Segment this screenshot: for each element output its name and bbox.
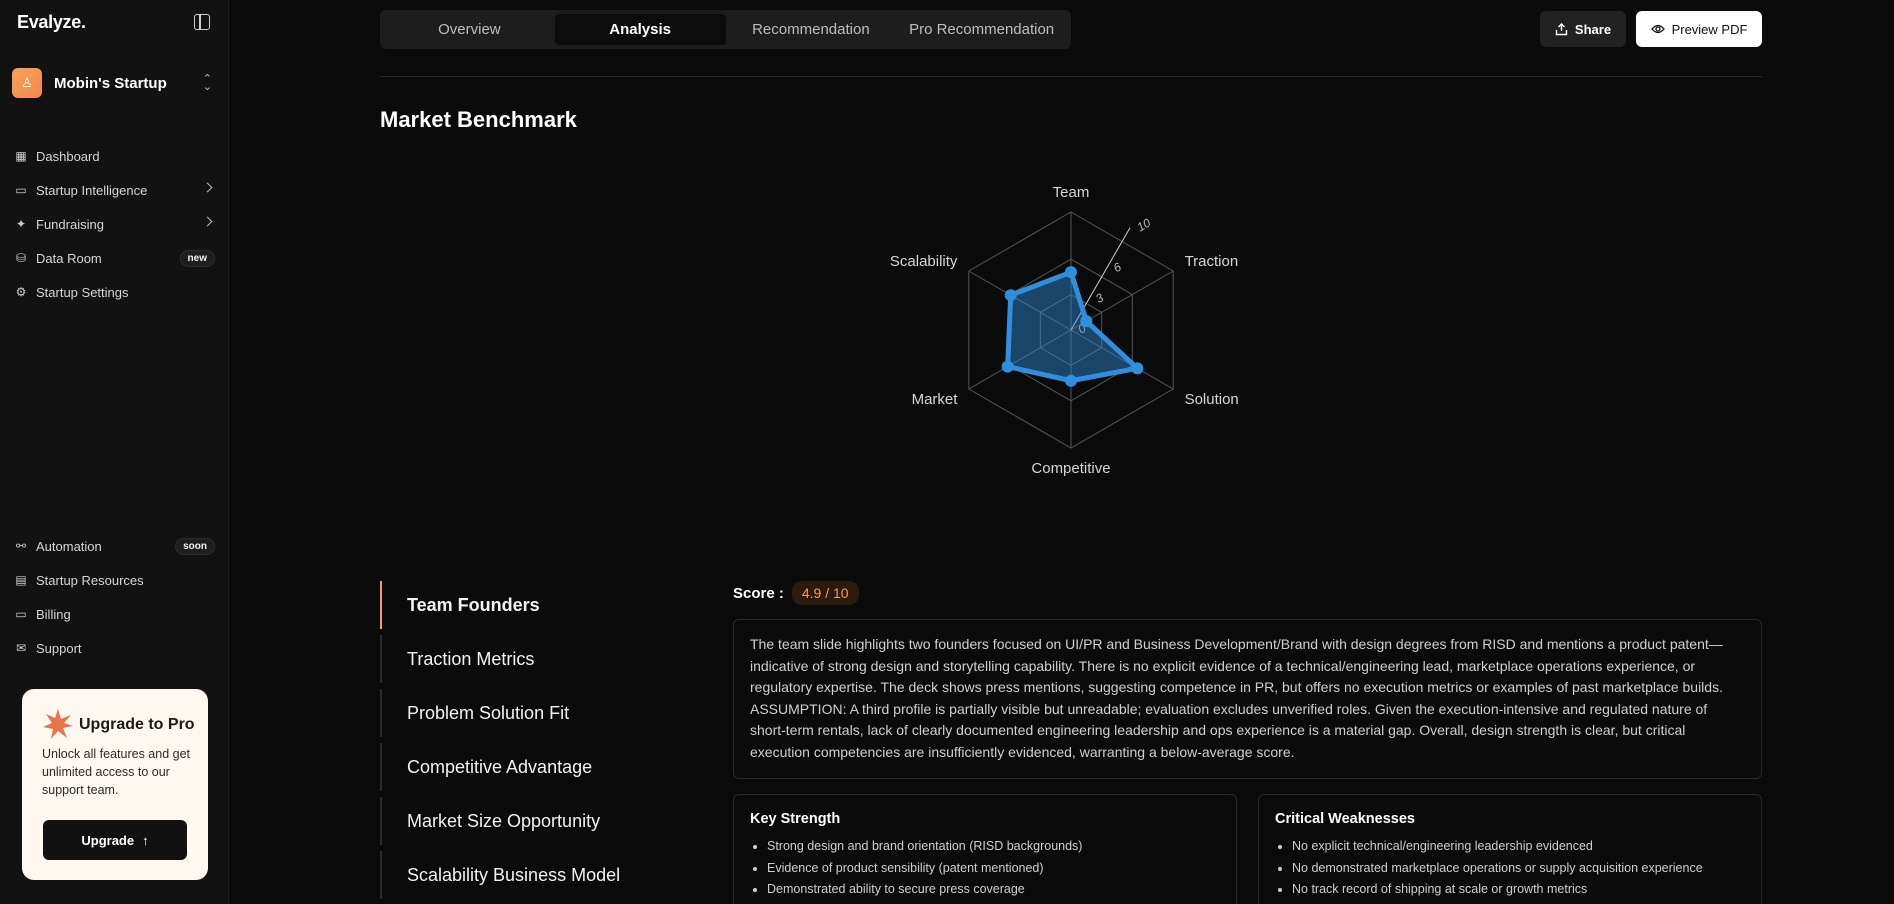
chevron-right-icon bbox=[202, 182, 213, 193]
sidebar-item-data-room[interactable]: ⛁ Data Room new bbox=[0, 241, 229, 275]
radar-point bbox=[1131, 362, 1144, 375]
sidebar-item-label: Startup Settings bbox=[36, 284, 129, 300]
sidebar-item-fundraising[interactable]: ✦ Fundraising bbox=[0, 207, 229, 241]
tab-recommendation[interactable]: Recommendation bbox=[726, 14, 897, 45]
radar-point bbox=[1065, 374, 1077, 387]
radar-axis-label: Market bbox=[912, 391, 959, 408]
dashboard-icon: ▦ bbox=[15, 149, 27, 163]
section-title: Market Benchmark bbox=[380, 107, 577, 132]
score-label: Score : bbox=[733, 584, 784, 602]
radar-point bbox=[1065, 266, 1077, 279]
critical-weaknesses-panel: Critical Weaknesses No explicit technica… bbox=[1258, 794, 1762, 904]
sidebar-item-label: Data Room bbox=[36, 250, 102, 266]
nav-top: ▦ Dashboard ▭ Startup Intelligence ✦ Fun… bbox=[0, 139, 229, 309]
score-row: Score : 4.9 / 10 bbox=[733, 581, 859, 605]
analysis-summary: The team slide highlights two founders f… bbox=[733, 619, 1762, 779]
preview-pdf-button[interactable]: Preview PDF bbox=[1636, 11, 1762, 47]
list-item: Demonstrated ability to secure press cov… bbox=[750, 882, 1220, 904]
topic-competitive-advantage[interactable]: Competitive Advantage bbox=[380, 743, 670, 791]
score-badge: 4.9 / 10 bbox=[791, 581, 859, 605]
share-button[interactable]: Share bbox=[1540, 11, 1626, 47]
resources-icon: ▤ bbox=[15, 573, 27, 587]
radar-tick-label: 6 bbox=[1111, 260, 1124, 276]
database-icon: ⛁ bbox=[15, 251, 27, 265]
workspace-name: Mobin's Startup bbox=[54, 74, 167, 92]
topic-market-size-opportunity[interactable]: Market Size Opportunity bbox=[380, 797, 670, 845]
eye-icon bbox=[1650, 24, 1665, 34]
card-icon: ▭ bbox=[15, 607, 27, 621]
sidebar-item-label: Dashboard bbox=[36, 148, 100, 164]
share-icon bbox=[1555, 22, 1568, 35]
sidebar-item-startup-settings[interactable]: ⚙ Startup Settings bbox=[0, 275, 229, 309]
sidebar-item-startup-resources[interactable]: ▤ Startup Resources bbox=[0, 563, 229, 597]
workspace-switcher[interactable]: ♙ Mobin's Startup ⌃ ⌄ bbox=[12, 68, 218, 98]
topic-problem-solution-fit[interactable]: Problem Solution Fit bbox=[380, 689, 670, 737]
topic-team-founders[interactable]: Team Founders bbox=[380, 581, 670, 629]
tab-analysis[interactable]: Analysis bbox=[554, 14, 726, 45]
workspace-avatar-icon: ♙ bbox=[12, 68, 42, 98]
upgrade-button[interactable]: Upgrade ↑ bbox=[43, 820, 187, 860]
panel-title: Key Strength bbox=[750, 811, 841, 827]
new-badge: new bbox=[179, 250, 215, 267]
list-item: No demonstrated marketplace operations o… bbox=[1275, 861, 1745, 883]
chevron-right-icon bbox=[202, 216, 213, 227]
share-label: Share bbox=[1574, 21, 1612, 37]
burst-icon bbox=[43, 709, 73, 739]
radar-point bbox=[1080, 315, 1093, 328]
soon-badge: soon bbox=[175, 538, 215, 555]
tab-pro-recommendation[interactable]: Pro Recommendation bbox=[896, 14, 1067, 45]
chevron-updown-icon: ⌃ ⌄ bbox=[202, 73, 212, 93]
sidebar: Evalyze. ♙ Mobin's Startup ⌃ ⌄ ▦ Dashboar… bbox=[0, 0, 229, 904]
tab-overview[interactable]: Overview bbox=[384, 14, 555, 45]
radar-chart: 03610 TeamTractionSolutionCompetitiveMar… bbox=[890, 184, 1239, 477]
upgrade-description: Unlock all features and get unlimited ac… bbox=[42, 747, 191, 797]
key-strength-panel: Key Strength Strong design and brand ori… bbox=[733, 794, 1237, 904]
radar-point bbox=[1004, 289, 1017, 302]
sparkle-icon: ✦ bbox=[15, 217, 27, 231]
radar-tick-label: 10 bbox=[1135, 215, 1154, 234]
radar-tick-label: 3 bbox=[1093, 290, 1106, 306]
automation-icon: ⚯ bbox=[15, 539, 27, 553]
sidebar-item-label: Billing bbox=[36, 606, 71, 622]
radar-axis-label: Traction bbox=[1185, 253, 1239, 270]
nav-bottom: ⚯ Automation soon ▤ Startup Resources ▭ … bbox=[0, 529, 229, 665]
radar-point bbox=[1001, 360, 1014, 373]
monitor-icon: ▭ bbox=[15, 183, 27, 197]
sidebar-item-startup-intelligence[interactable]: ▭ Startup Intelligence bbox=[0, 173, 229, 207]
topic-list: Team Founders Traction Metrics Problem S… bbox=[380, 581, 670, 904]
list-item: Evidence of product sensibility (patent … bbox=[750, 861, 1220, 883]
sidebar-item-billing[interactable]: ▭ Billing bbox=[0, 597, 229, 631]
sidebar-item-label: Fundraising bbox=[36, 216, 104, 232]
sidebar-item-automation[interactable]: ⚯ Automation soon bbox=[0, 529, 229, 563]
topic-scalability-business-model[interactable]: Scalability Business Model bbox=[380, 851, 670, 899]
preview-label: Preview PDF bbox=[1671, 21, 1748, 37]
radar-area bbox=[1005, 269, 1140, 384]
radar-series bbox=[1001, 266, 1144, 387]
upgrade-card: Upgrade to Pro Unlock all features and g… bbox=[22, 689, 208, 880]
radar-axis-label: Competitive bbox=[1031, 460, 1110, 477]
upgrade-title: Upgrade to Pro bbox=[79, 716, 195, 733]
arrow-up-icon: ↑ bbox=[142, 832, 149, 848]
brand-logo[interactable]: Evalyze. bbox=[17, 12, 86, 33]
gear-icon: ⚙ bbox=[15, 285, 27, 299]
support-icon: ✉ bbox=[15, 641, 27, 655]
radar-axis-label: Scalability bbox=[890, 253, 958, 270]
sidebar-item-support[interactable]: ✉ Support bbox=[0, 631, 229, 665]
list-item: No explicit technical/engineering leader… bbox=[1275, 839, 1745, 861]
list-item: Strong design and brand orientation (RIS… bbox=[750, 839, 1220, 861]
topic-traction-metrics[interactable]: Traction Metrics bbox=[380, 635, 670, 683]
radar-axis-label: Team bbox=[1053, 184, 1090, 201]
sidebar-item-label: Startup Intelligence bbox=[36, 182, 148, 198]
sidebar-item-label: Automation bbox=[36, 538, 102, 554]
list-item: No track record of shipping at scale or … bbox=[1275, 882, 1745, 904]
radar-axis-label: Solution bbox=[1185, 391, 1239, 408]
upgrade-button-label: Upgrade bbox=[81, 832, 135, 848]
view-tabs: Overview Analysis Recommendation Pro Rec… bbox=[380, 10, 1071, 49]
sidebar-toggle-icon[interactable] bbox=[194, 14, 210, 30]
sidebar-item-label: Startup Resources bbox=[36, 572, 144, 588]
panel-title: Critical Weaknesses bbox=[1275, 811, 1415, 827]
sidebar-item-label: Support bbox=[36, 640, 82, 656]
divider bbox=[380, 76, 1762, 77]
sidebar-item-dashboard[interactable]: ▦ Dashboard bbox=[0, 139, 229, 173]
